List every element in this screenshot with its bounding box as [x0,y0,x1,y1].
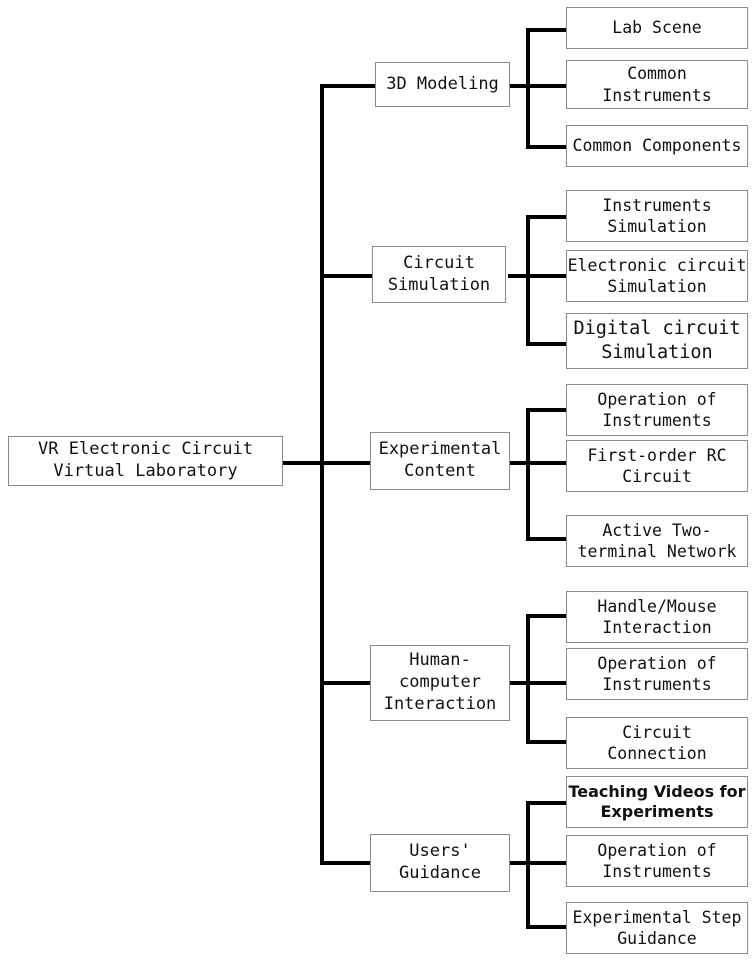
connector-branch-3-spine [526,408,530,541]
node-leaf-electronic-circuit-simulation[interactable]: Electronic circuit Simulation [566,250,748,302]
connector-branch-4-spine [526,614,530,744]
node-leaf-operation-of-instruments-guidance[interactable]: Operation of Instruments [566,835,748,887]
node-leaf-first-order-rc-circuit[interactable]: First-order RC Circuit [566,440,748,492]
node-leaf-lab-scene[interactable]: Lab Scene [566,7,748,49]
connector-branch-1-child-1 [526,28,570,32]
connector-branch-3-child-3 [526,537,570,541]
node-branch-3d-modeling[interactable]: 3D Modeling [375,62,510,107]
node-branch-circuit-simulation[interactable]: Circuit Simulation [372,246,506,303]
connector-trunk-to-branch-5 [320,861,377,865]
node-leaf-experimental-step-guidance[interactable]: Experimental Step Guidance [566,902,748,954]
node-branch-users-guidance[interactable]: Users' Guidance [370,834,510,892]
connector-branch-2-child-3 [526,342,570,346]
connector-branch-4-child-3 [526,740,570,744]
connector-branch-4-child-2 [526,681,570,685]
connector-branch-4-child-1 [526,614,570,618]
connector-branch-1-child-2 [526,84,570,88]
connector-branch-1-child-3 [526,145,570,149]
connector-branch-3-child-1 [526,408,570,412]
node-leaf-active-two-terminal-network[interactable]: Active Two- terminal Network [566,515,748,567]
node-leaf-operation-of-instruments-hci[interactable]: Operation of Instruments [566,648,748,700]
diagram-canvas: VR Electronic Circuit Virtual Laboratory… [0,0,755,964]
node-leaf-common-instruments[interactable]: Common Instruments [566,60,748,109]
node-leaf-operation-of-instruments-exp[interactable]: Operation of Instruments [566,384,748,436]
node-branch-human-computer-interaction[interactable]: Human- computer Interaction [370,645,510,721]
connector-branch-2-spine [526,215,530,346]
connector-branch-3-child-2 [526,461,570,465]
connector-branch-5-child-2 [526,861,570,865]
node-leaf-instruments-simulation[interactable]: Instruments Simulation [566,190,748,242]
connector-main-trunk [320,86,324,863]
node-root[interactable]: VR Electronic Circuit Virtual Laboratory [8,436,283,486]
node-leaf-common-components[interactable]: Common Components [566,125,748,167]
node-leaf-digital-circuit-simulation[interactable]: Digital circuit Simulation [566,313,748,369]
connector-trunk-to-branch-2 [320,274,377,278]
node-branch-experimental-content[interactable]: Experimental Content [370,432,510,490]
connector-branch-5-spine [526,801,530,929]
node-leaf-teaching-videos-for-experiments[interactable]: Teaching Videos for Experiments [566,776,748,828]
connector-branch-5-child-1 [526,801,570,805]
connector-branch-2-child-2 [526,274,570,278]
connector-trunk-to-branch-1 [320,84,377,88]
node-leaf-handle-mouse-interaction[interactable]: Handle/Mouse Interaction [566,591,748,643]
connector-branch-2-child-1 [526,215,570,219]
connector-trunk-to-branch-4 [320,681,377,685]
connector-branch-5-child-3 [526,925,570,929]
node-leaf-circuit-connection[interactable]: Circuit Connection [566,717,748,769]
connector-trunk-to-branch-3 [320,461,377,465]
